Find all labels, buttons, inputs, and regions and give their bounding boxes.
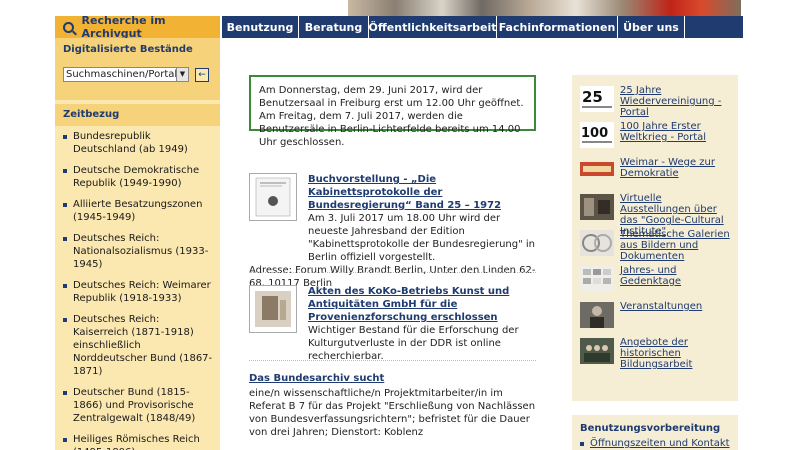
news-title[interactable]: Akten des KoKo-Betriebs Kunst und Antiqu…: [308, 285, 536, 324]
zeitbezug-item[interactable]: Deutsche Demokratische Republik (1949-19…: [63, 164, 214, 190]
benutzung-box: Benutzungsvorbereitung Öffnungszeiten un…: [572, 415, 738, 450]
right-link-label[interactable]: 25 Jahre Wiedervereinigung - Portal: [620, 85, 730, 118]
news-item-koko: Akten des KoKo-Betriebs Kunst und Antiqu…: [249, 285, 536, 362]
weimar-banner-icon: [580, 158, 614, 184]
right-link-label[interactable]: Jahres- und Gedenktage: [620, 265, 730, 287]
right-link-item[interactable]: Weimar - Wege zur Demokratie: [580, 157, 730, 193]
right-link-label[interactable]: Weimar - Wege zur Demokratie: [620, 157, 730, 179]
koko-thumbnail[interactable]: [249, 285, 297, 333]
right-link-item[interactable]: Veranstaltungen: [580, 301, 730, 337]
calendar-25-icon: 25: [580, 86, 614, 112]
zeitbezug-item[interactable]: Heiliges Römisches Reich (1495-1806): [63, 433, 214, 450]
chevron-down-icon[interactable]: ▼: [176, 68, 188, 81]
right-link-label[interactable]: Thematische Galerien aus Bildern und Dok…: [620, 229, 730, 262]
calendar-days-icon: [580, 266, 614, 292]
zeitbezug-item[interactable]: Bundesrepublik Deutschland (ab 1949): [63, 130, 214, 156]
zeitbezug-item[interactable]: Deutsches Reich: Kaiserreich (1871-1918)…: [63, 313, 214, 378]
nav-oeffentlichkeitsarbeit[interactable]: Öffentlichkeitsarbeit: [369, 16, 497, 38]
news-body: Wichtiger Bestand für die Erforschung de…: [308, 325, 519, 362]
main-content: Am Donnerstag, dem 29. Juni 2017, wird d…: [249, 75, 536, 438]
benutzung-title: Benutzungsvorbereitung: [580, 423, 721, 434]
recherche-tab[interactable]: Recherche im Archivgut: [55, 14, 220, 40]
right-sidebar: 25 25 Jahre Wiedervereinigung - Portal 1…: [572, 75, 738, 450]
notice-box: Am Donnerstag, dem 29. Juni 2017, wird d…: [249, 75, 536, 148]
zeitbezug-item[interactable]: Deutscher Bund (1815-1866) und Provisori…: [63, 386, 214, 425]
gallery-photo-icon: [580, 230, 614, 256]
main-navigation: Benutzung Beratung Öffentlichkeitsarbeit…: [222, 16, 743, 38]
divider: [249, 360, 536, 361]
digital-title: Digitalisierte Bestände: [63, 44, 193, 55]
right-link-item[interactable]: Angebote der historischen Bildungsarbeit: [580, 337, 730, 373]
nav-fachinformationen[interactable]: Fachinformationen: [497, 16, 618, 38]
zeitbezug-list: Bundesrepublik Deutschland (ab 1949) Deu…: [55, 126, 220, 450]
education-photo-icon: [580, 338, 614, 364]
zeitbezug-item[interactable]: Alliierte Besatzungszonen (1945-1949): [63, 198, 214, 224]
news-body: Am 3. Juli 2017 um 18.00 Uhr wird der ne…: [308, 213, 536, 263]
digital-section: Digitalisierte Bestände Suchmaschinen/Po…: [55, 38, 220, 100]
recherche-label: Recherche im Archivgut: [81, 14, 166, 40]
news-item-buchvorstellung: Buchvorstellung - „Die Kabinettsprotokol…: [249, 173, 536, 289]
right-link-item[interactable]: 100 100 Jahre Erster Weltkrieg - Portal: [580, 121, 730, 157]
right-link-item[interactable]: Thematische Galerien aus Bildern und Dok…: [580, 229, 730, 265]
news-item-stellenangebot: Das Bundesarchiv sucht eine/n wissenscha…: [249, 372, 536, 439]
left-sidebar: Digitalisierte Bestände Suchmaschinen/Po…: [55, 38, 220, 450]
right-link-label[interactable]: Angebote der historischen Bildungsarbeit: [620, 337, 730, 370]
event-photo-icon: [580, 302, 614, 328]
right-link-label[interactable]: 100 Jahre Erster Weltkrieg - Portal: [620, 121, 730, 143]
oeffnungszeiten-link[interactable]: Öffnungszeiten und Kontakt: [580, 438, 730, 449]
calendar-100-icon: 100: [580, 122, 614, 148]
news-body: eine/n wissenschaftliche/n Projektmitarb…: [249, 388, 536, 438]
exhibition-photo-icon: [580, 194, 614, 220]
magnifier-icon: [63, 21, 74, 33]
right-link-item[interactable]: Virtuelle Ausstellungen über das "Google…: [580, 193, 730, 237]
book-cover-thumbnail[interactable]: [249, 173, 297, 221]
zeitbezug-section: Zeitbezug: [55, 104, 220, 126]
news-title[interactable]: Buchvorstellung - „Die Kabinettsprotokol…: [308, 173, 536, 212]
nav-ueber-uns[interactable]: Über uns: [618, 16, 685, 38]
news-title[interactable]: Das Bundesarchiv sucht: [249, 372, 536, 385]
zeitbezug-item[interactable]: Deutsches Reich: Weimarer Republik (1918…: [63, 279, 214, 305]
portal-links-box: 25 25 Jahre Wiedervereinigung - Portal 1…: [572, 75, 738, 401]
svg-text:25: 25: [582, 88, 603, 106]
svg-text:100: 100: [581, 126, 608, 141]
right-link-label[interactable]: Veranstaltungen: [620, 301, 702, 312]
right-link-item[interactable]: Jahres- und Gedenktage: [580, 265, 730, 301]
nav-beratung[interactable]: Beratung: [299, 16, 369, 38]
zeitbezug-item[interactable]: Deutsches Reich: Nationalsozialismus (19…: [63, 232, 214, 271]
right-link-item[interactable]: 25 25 Jahre Wiedervereinigung - Portal: [580, 85, 730, 121]
go-button[interactable]: ←: [195, 67, 209, 82]
header-image-strip: [348, 0, 741, 16]
nav-benutzung[interactable]: Benutzung: [222, 16, 299, 38]
portal-select[interactable]: Suchmaschinen/Portale ▼: [63, 67, 189, 82]
divider: [249, 272, 536, 273]
portal-select-value: Suchmaschinen/Portale: [66, 69, 184, 80]
zeitbezug-title: Zeitbezug: [63, 109, 120, 120]
